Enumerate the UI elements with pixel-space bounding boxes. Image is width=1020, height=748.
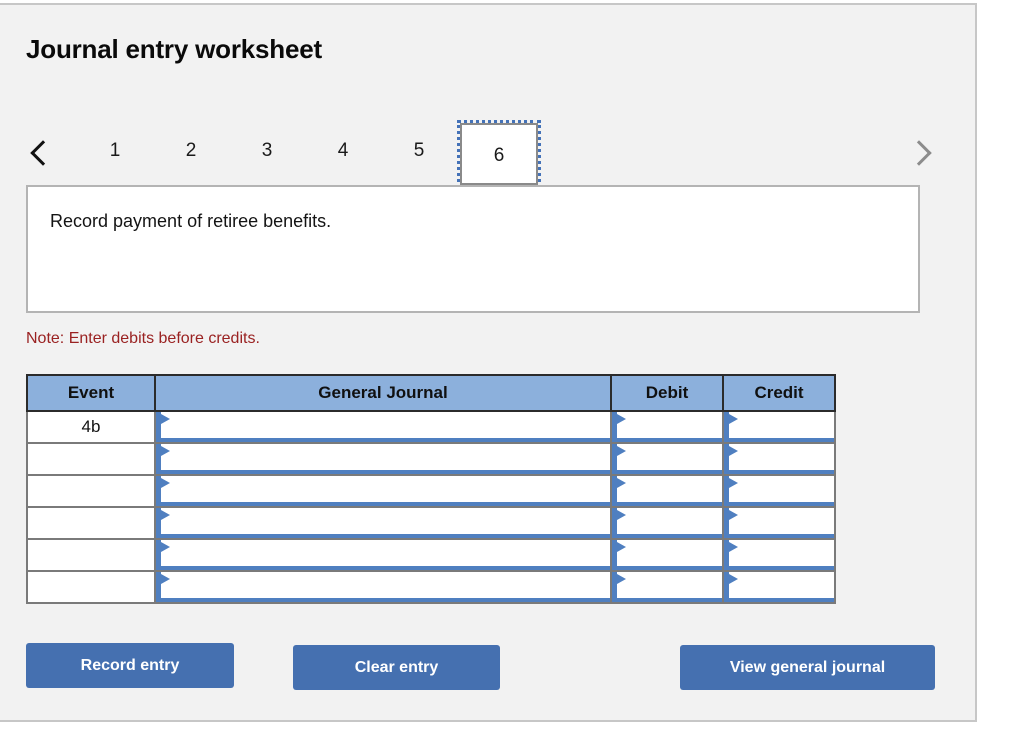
credit-cell: [722, 410, 836, 444]
credit-input[interactable]: [724, 508, 834, 538]
debits-before-credits-note: Note: Enter debits before credits.: [26, 330, 260, 347]
event-cell[interactable]: [26, 506, 156, 540]
general-journal-input[interactable]: [156, 508, 610, 538]
general-journal-input[interactable]: [156, 540, 610, 570]
credit-cell: [722, 442, 836, 476]
table-header-row: Event General Journal Debit Credit: [26, 374, 836, 412]
event-cell[interactable]: [26, 570, 156, 604]
pager-tab-3[interactable]: 3: [244, 135, 290, 167]
worksheet-pager: 1 2 3 4 5 6: [26, 120, 936, 188]
pager-tab-2[interactable]: 2: [168, 135, 214, 167]
debit-input[interactable]: [612, 444, 722, 474]
general-journal-cell: [154, 442, 612, 476]
credit-cell: [722, 474, 836, 508]
debit-cell: [610, 410, 724, 444]
debit-input[interactable]: [612, 508, 722, 538]
general-journal-input[interactable]: [156, 572, 610, 602]
debit-input[interactable]: [612, 476, 722, 506]
event-cell[interactable]: 4b: [26, 410, 156, 444]
column-header-debit: Debit: [610, 374, 724, 412]
transaction-description-text: Record payment of retiree benefits.: [50, 211, 332, 231]
general-journal-cell: [154, 538, 612, 572]
credit-input[interactable]: [724, 476, 834, 506]
general-journal-cell: [154, 474, 612, 508]
credit-input[interactable]: [724, 572, 834, 602]
table-row: [26, 538, 836, 572]
event-cell[interactable]: [26, 538, 156, 572]
page-title: Journal entry worksheet: [26, 34, 322, 64]
table-row: 4b: [26, 410, 836, 444]
transaction-description-box: Record payment of retiree benefits.: [26, 185, 920, 313]
event-cell[interactable]: [26, 474, 156, 508]
debit-cell: [610, 570, 724, 604]
general-journal-cell: [154, 570, 612, 604]
credit-cell: [722, 538, 836, 572]
chevron-left-icon: [30, 140, 56, 166]
view-general-journal-button[interactable]: View general journal: [680, 645, 935, 690]
debit-cell: [610, 442, 724, 476]
credit-cell: [722, 570, 836, 604]
general-journal-input[interactable]: [156, 476, 610, 506]
debit-input[interactable]: [612, 412, 722, 442]
credit-cell: [722, 506, 836, 540]
credit-input[interactable]: [724, 540, 834, 570]
clear-entry-button[interactable]: Clear entry: [293, 645, 500, 690]
credit-input[interactable]: [724, 444, 834, 474]
pager-tab-4[interactable]: 4: [320, 135, 366, 167]
pager-tab-6[interactable]: 6: [457, 120, 541, 188]
general-journal-input[interactable]: [156, 444, 610, 474]
general-journal-cell: [154, 410, 612, 444]
debit-cell: [610, 474, 724, 508]
record-entry-button[interactable]: Record entry: [26, 643, 234, 688]
table-row: [26, 570, 836, 604]
journal-entry-panel: Journal entry worksheet 1 2 3 4 5 6 Reco…: [0, 3, 977, 722]
column-header-event: Event: [26, 374, 156, 412]
debit-cell: [610, 506, 724, 540]
debit-input[interactable]: [612, 572, 722, 602]
general-journal-cell: [154, 506, 612, 540]
pager-next-button[interactable]: [902, 131, 936, 175]
chevron-right-icon: [906, 140, 932, 166]
table-row: [26, 506, 836, 540]
table-row: [26, 474, 836, 508]
general-journal-input[interactable]: [156, 412, 610, 442]
pager-tab-1[interactable]: 1: [92, 135, 138, 167]
debit-cell: [610, 538, 724, 572]
table-row: [26, 442, 836, 476]
column-header-credit: Credit: [722, 374, 836, 412]
debit-input[interactable]: [612, 540, 722, 570]
credit-input[interactable]: [724, 412, 834, 442]
journal-entry-table: Event General Journal Debit Credit 4b: [26, 374, 836, 604]
column-header-general-journal: General Journal: [154, 374, 612, 412]
pager-prev-button[interactable]: [26, 131, 60, 175]
event-cell[interactable]: [26, 442, 156, 476]
pager-tab-5[interactable]: 5: [396, 135, 442, 167]
